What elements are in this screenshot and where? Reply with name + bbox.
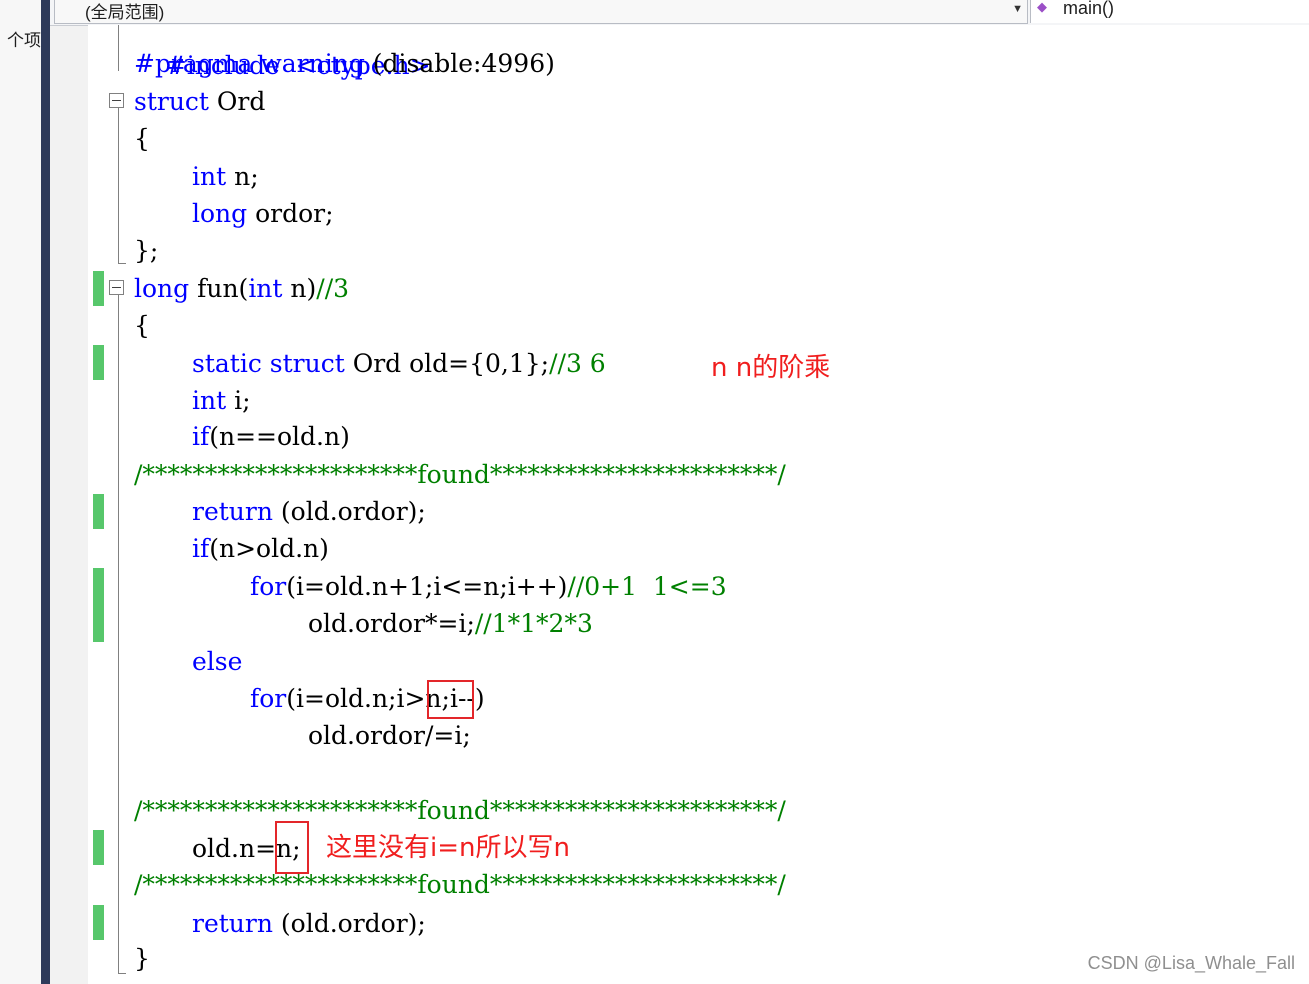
- code-token: for: [250, 572, 287, 601]
- code-line: /**********************found************…: [134, 456, 786, 493]
- code-token: i;: [226, 386, 251, 415]
- code-line: return (old.ordor);: [192, 905, 426, 942]
- code-line: long ordor;: [192, 195, 334, 232]
- code-line: else: [192, 643, 242, 680]
- code-token: (old.ordor);: [272, 497, 426, 526]
- code-token: (old.ordor);: [272, 909, 426, 938]
- code-token: struct: [134, 87, 209, 116]
- code-token: return: [192, 497, 273, 526]
- fold-guide: [118, 25, 119, 71]
- assign-annotation: 这里没有i=n所以写n: [326, 833, 570, 863]
- code-token: old.ordor*=i;: [308, 609, 475, 638]
- fold-end-marker: [118, 263, 126, 264]
- code-line: struct Ord: [134, 83, 265, 120]
- code-token: Ord: [208, 87, 266, 116]
- code-token: (i=old.n;: [286, 684, 397, 713]
- code-token: n;: [226, 162, 259, 191]
- member-dropdown-value: main(): [1063, 0, 1115, 18]
- code-line: /**********************found************…: [134, 866, 786, 903]
- code-token: return: [192, 909, 273, 938]
- navigation-bar: (全局范围) ▼ ◆ main(): [50, 0, 1309, 26]
- code-comment: //3 6: [549, 349, 606, 378]
- panel-splitter[interactable]: [41, 0, 50, 984]
- code-comment: /**********************found************…: [134, 870, 786, 899]
- chevron-down-icon[interactable]: ▼: [1012, 3, 1023, 15]
- code-token: }: [134, 944, 150, 973]
- solution-explorer-panel: 个项: [0, 0, 41, 984]
- code-line: };: [134, 232, 158, 269]
- collapse-icon[interactable]: [109, 280, 124, 295]
- code-line: old.ordor*=i;//1*1*2*3: [308, 605, 593, 642]
- fold-guide: [118, 108, 119, 263]
- code-line: /**********************found************…: [134, 792, 786, 829]
- change-indicator: [93, 494, 104, 529]
- code-comment: //0+1 1<=3: [567, 572, 727, 601]
- code-line: #include <ctype.h>: [134, 25, 431, 80]
- code-token: (disable:4996): [364, 49, 555, 78]
- code-token: Ord old={0,1};: [344, 349, 550, 378]
- code-token: if: [192, 534, 210, 563]
- code-line: int n;: [192, 158, 259, 195]
- code-line: for(i=old.n+1;i<=n;i++)//0+1 1<=3: [250, 568, 727, 605]
- code-token: old.n=: [192, 834, 277, 863]
- code-token: {: [134, 311, 150, 340]
- code-line: {: [134, 307, 150, 344]
- highlight-box: [275, 821, 309, 874]
- code-line: {: [134, 120, 150, 157]
- code-token: (i=old.n+1;i<=n;i++): [286, 572, 568, 601]
- code-line: old.ordor/=i;: [308, 717, 471, 754]
- code-token: old.ordor/=i;: [308, 721, 471, 750]
- function-icon: ◆: [1037, 0, 1047, 14]
- editor-margin: [50, 0, 88, 984]
- code-comment: //1*1*2*3: [474, 609, 593, 638]
- code-line: return (old.ordor);: [192, 493, 426, 530]
- code-token: n): [282, 274, 317, 303]
- code-token: {: [134, 124, 150, 153]
- watermark: CSDN @Lisa_Whale_Fall: [1087, 953, 1295, 973]
- code-token: int: [192, 386, 227, 415]
- change-indicator: [93, 568, 104, 642]
- code-token: if: [192, 422, 210, 451]
- code-editor[interactable]: #include <ctype.h> #pragma warning (disa…: [88, 25, 1309, 984]
- code-token: static struct: [192, 349, 345, 378]
- code-token: fun(: [189, 274, 249, 303]
- code-comment: /**********************found************…: [134, 460, 786, 489]
- change-indicator: [93, 830, 104, 865]
- code-token: ordor;: [247, 199, 334, 228]
- code-token: else: [192, 647, 243, 676]
- change-indicator: [93, 905, 104, 940]
- highlight-box: [427, 680, 474, 719]
- scope-dropdown[interactable]: (全局范围) ▼: [54, 0, 1028, 24]
- code-token: (n>old.n): [209, 534, 329, 563]
- code-comment: //3: [316, 274, 350, 303]
- code-line: if(n>old.n): [192, 530, 329, 567]
- code-token: long: [192, 199, 248, 228]
- code-line: if(n==old.n): [192, 418, 350, 455]
- code-line: long fun(int n)//3: [134, 270, 349, 307]
- factorial-annotation: n n的阶乘: [711, 353, 831, 383]
- code-token: (n==old.n): [209, 422, 350, 451]
- code-token: long: [134, 274, 190, 303]
- change-indicator: [93, 271, 104, 306]
- panel-label: 个项: [7, 31, 41, 50]
- code-token: #pragma warning: [134, 49, 365, 78]
- change-indicator: [93, 345, 104, 380]
- code-token: int: [248, 274, 283, 303]
- scope-dropdown-value: (全局范围): [85, 3, 165, 22]
- fold-guide: [118, 295, 119, 973]
- code-token: };: [134, 236, 159, 265]
- member-dropdown[interactable]: ◆ main(): [1030, 0, 1309, 23]
- code-line: static struct Ord old={0,1};//3 6: [192, 345, 606, 382]
- code-token: int: [192, 162, 227, 191]
- collapse-icon[interactable]: [109, 93, 124, 108]
- code-line: }: [134, 940, 150, 977]
- code-comment: /**********************found************…: [134, 796, 786, 825]
- code-line: #pragma warning (disable:4996): [134, 45, 555, 82]
- fold-end-marker: [118, 973, 126, 974]
- code-token: for: [250, 684, 287, 713]
- code-line: int i;: [192, 382, 251, 419]
